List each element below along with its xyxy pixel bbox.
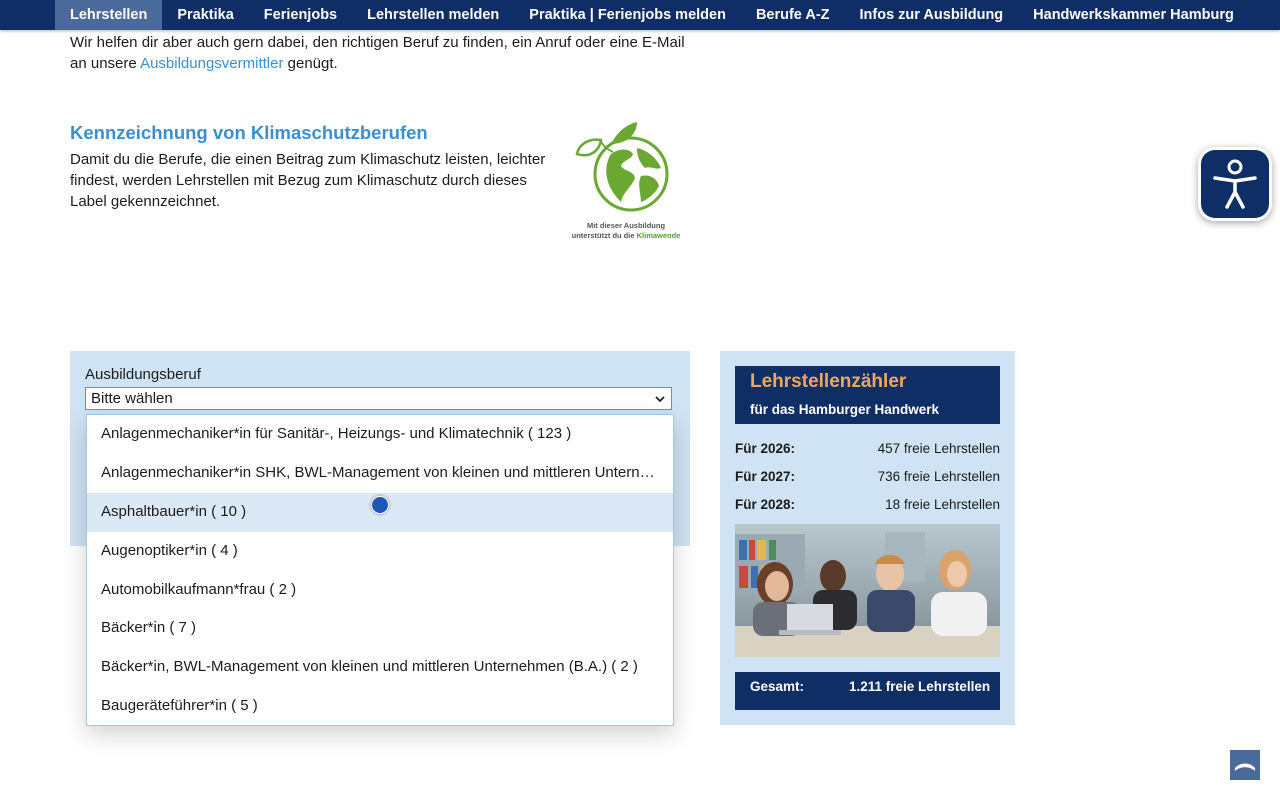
ausbildungsberuf-select[interactable]: Bitte wählen xyxy=(85,387,672,410)
mouse-cursor xyxy=(371,496,389,514)
klima-description: Damit du die Berufe, die einen Beitrag z… xyxy=(70,151,546,210)
accessibility-button[interactable] xyxy=(1201,150,1269,218)
klimawende-caption: Mit dieser Ausbildung unterstützt du die… xyxy=(560,221,692,241)
nav-item-praktika[interactable]: Praktika xyxy=(162,0,248,30)
counter-year: Für 2028: xyxy=(735,497,796,512)
counter-value: 457 freie Lehrstellen xyxy=(877,441,1000,456)
nav-item-lehrstellen[interactable]: Lehrstellen xyxy=(55,0,163,30)
counter-year: Für 2027: xyxy=(735,469,796,484)
main-navigation: Lehrstellen Praktika Ferienjobs Lehrstel… xyxy=(0,0,1280,30)
counter-total-value: 1.211 freie Lehrstellen xyxy=(849,679,991,694)
counter-year: Für 2026: xyxy=(735,441,796,456)
option-item[interactable]: Bäcker*in ( 7 ) xyxy=(87,609,673,648)
option-item[interactable]: Bäcker*in, BWL-Management von kleinen un… xyxy=(87,648,673,687)
klimawende-caption-text: unterstützt du die xyxy=(571,231,637,240)
counter-value: 736 freie Lehrstellen xyxy=(877,469,1000,484)
nav-list: Lehrstellen Praktika Ferienjobs Lehrstel… xyxy=(0,0,1280,30)
counter-subtitle: für das Hamburger Handwerk xyxy=(750,402,940,417)
klimawende-logo: Mit dieser Ausbildung unterstützt du die… xyxy=(560,118,692,243)
ausbildungsberuf-options-list: Anlagenmechaniker*in für Sanitär-, Heizu… xyxy=(86,414,674,726)
globe-leaf-icon xyxy=(575,122,669,212)
select-value: Bitte wählen xyxy=(91,390,173,407)
nav-item-ferienjobs[interactable]: Ferienjobs xyxy=(249,0,352,30)
scroll-to-top-button[interactable] xyxy=(1230,750,1260,780)
counter-value: 18 freie Lehrstellen xyxy=(885,497,1000,512)
chevron-up-icon xyxy=(1235,763,1255,771)
nav-item-berufe-a-z[interactable]: Berufe A-Z xyxy=(741,0,845,30)
klimawende-caption-line2: unterstützt du die Klimawende xyxy=(560,231,692,241)
option-item[interactable]: Automobilkaufmann*frau ( 2 ) xyxy=(87,571,673,610)
option-item[interactable]: Anlagenmechaniker*in SHK, BWL-Management… xyxy=(87,454,673,493)
chevron-down-icon xyxy=(655,396,665,403)
intro-text-after: genügt. xyxy=(283,55,338,72)
counter-row-2026: Für 2026: 457 freie Lehrstellen xyxy=(735,441,1000,456)
ausbildungsvermittler-link[interactable]: Ausbildungsvermittler xyxy=(140,55,283,72)
accessibility-person-icon xyxy=(1213,159,1257,209)
students-photo xyxy=(735,524,1000,657)
counter-title: Lehrstellenzähler xyxy=(750,371,907,392)
option-item[interactable]: Baugeräteführer*in ( 5 ) xyxy=(87,687,673,725)
counter-row-2028: Für 2028: 18 freie Lehrstellen xyxy=(735,497,1000,512)
klima-heading: Kennzeichnung von Klimaschutzberufen xyxy=(70,122,428,143)
counter-total-label: Gesamt: xyxy=(750,679,805,694)
klimawende-caption-line1: Mit dieser Ausbildung xyxy=(586,221,666,230)
nav-item-handwerkskammer[interactable]: Handwerkskammer Hamburg xyxy=(1018,0,1249,30)
option-item[interactable]: Anlagenmechaniker*in für Sanitär-, Heizu… xyxy=(87,415,673,454)
students-illustration xyxy=(735,524,1000,657)
nav-item-lehrstellen-melden[interactable]: Lehrstellen melden xyxy=(352,0,514,30)
klimawende-caption-highlight: Klimawende xyxy=(636,231,681,240)
option-item[interactable]: Augenoptiker*in ( 4 ) xyxy=(87,532,673,571)
ausbildungsberuf-label: Ausbildungsberuf xyxy=(85,366,201,383)
nav-item-praktika-ferienjobs-melden[interactable]: Praktika | Ferienjobs melden xyxy=(514,0,741,30)
intro-paragraph: Wir helfen dir aber auch gern dabei, den… xyxy=(70,32,690,74)
nav-item-infos-ausbildung[interactable]: Infos zur Ausbildung xyxy=(845,0,1019,30)
counter-row-2027: Für 2027: 736 freie Lehrstellen xyxy=(735,469,1000,484)
counter-total: Gesamt: 1.211 freie Lehrstellen xyxy=(735,672,1000,710)
